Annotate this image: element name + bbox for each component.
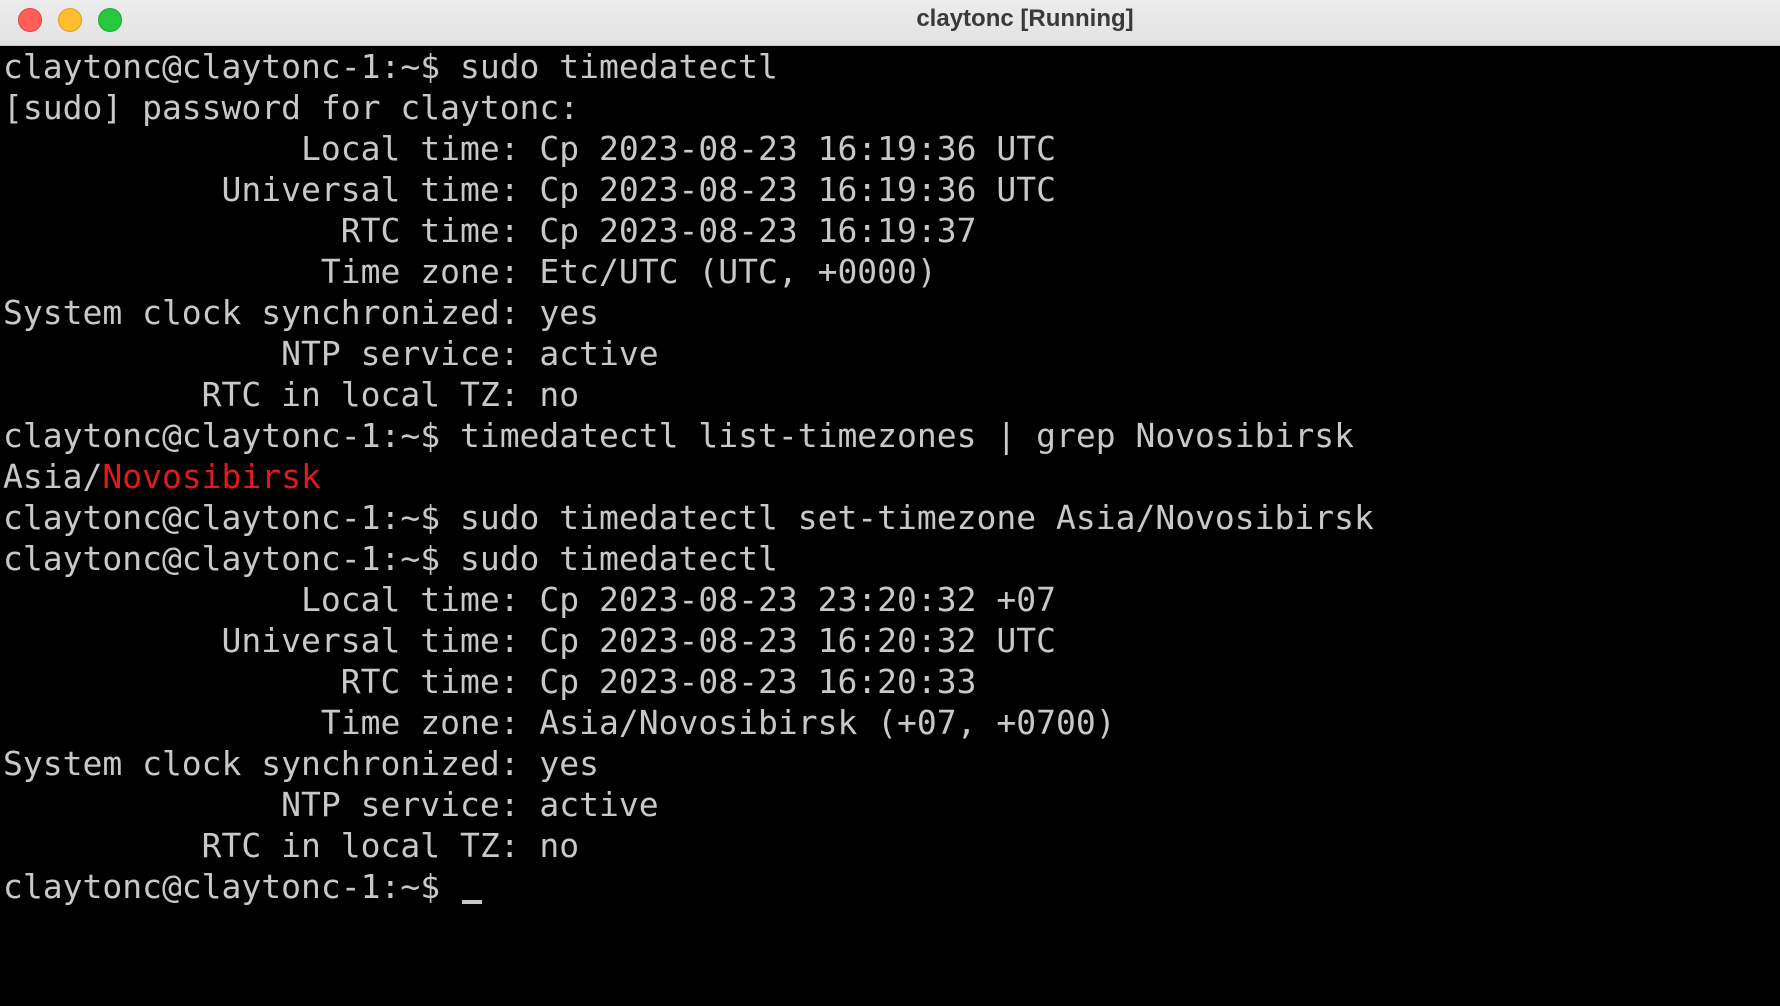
terminal-line: Time zone: Asia/Novosibirsk (+07, +0700) xyxy=(3,703,1116,742)
terminal-line: Universal time: Ср 2023-08-23 16:20:32 U… xyxy=(3,621,1056,660)
terminal-line: RTC time: Ср 2023-08-23 16:20:33 xyxy=(3,662,977,701)
terminal-line: RTC in local TZ: no xyxy=(3,375,580,414)
grep-result-line: Asia/Novosibirsk xyxy=(3,456,321,497)
terminal-line: Universal time: Ср 2023-08-23 16:19:36 U… xyxy=(3,170,1056,209)
terminal-line: claytonc@claytonc-1:~$ sudo timedatectl xyxy=(3,47,778,86)
terminal-line: Local time: Ср 2023-08-23 16:19:36 UTC xyxy=(3,129,1056,168)
terminal-line: System clock synchronized: yes xyxy=(3,293,600,332)
terminal-line: [sudo] password for claytonc: xyxy=(3,88,580,127)
terminal-line: claytonc@claytonc-1:~$ sudo timedatectl xyxy=(3,539,778,578)
terminal-line: System clock synchronized: yes xyxy=(3,744,600,783)
text-cursor xyxy=(461,900,482,904)
grep-match-highlight: Novosibirsk xyxy=(102,457,321,496)
terminal-line: NTP service: active xyxy=(3,785,659,824)
terminal-line: claytonc@claytonc-1:~$ sudo timedatectl … xyxy=(3,498,1374,537)
terminal-line: RTC in local TZ: no xyxy=(3,826,580,865)
terminal-line: claytonc@claytonc-1:~$ timedatectl list-… xyxy=(3,416,1355,455)
window-title: claytonc [Running] xyxy=(916,5,1134,32)
terminal-line: RTC time: Ср 2023-08-23 16:19:37 xyxy=(3,211,977,250)
terminal-line: Local time: Ср 2023-08-23 23:20:32 +07 xyxy=(3,580,1056,619)
vm-window: claytonc [Running] claytonc@claytonc-1:~… xyxy=(0,0,1780,1006)
grep-result-prefix: Asia/ xyxy=(3,457,103,496)
shell-prompt: claytonc@claytonc-1:~$ xyxy=(3,867,460,906)
terminal-line: NTP service: active xyxy=(3,334,659,373)
terminal-line: Time zone: Etc/UTC (UTC, +0000) xyxy=(3,252,937,291)
window-titlebar[interactable]: claytonc [Running] xyxy=(0,0,1780,46)
terminal-screen[interactable]: claytonc@claytonc-1:~$ sudo timedatectl … xyxy=(0,46,1780,1006)
prompt-line[interactable]: claytonc@claytonc-1:~$ xyxy=(3,866,482,907)
